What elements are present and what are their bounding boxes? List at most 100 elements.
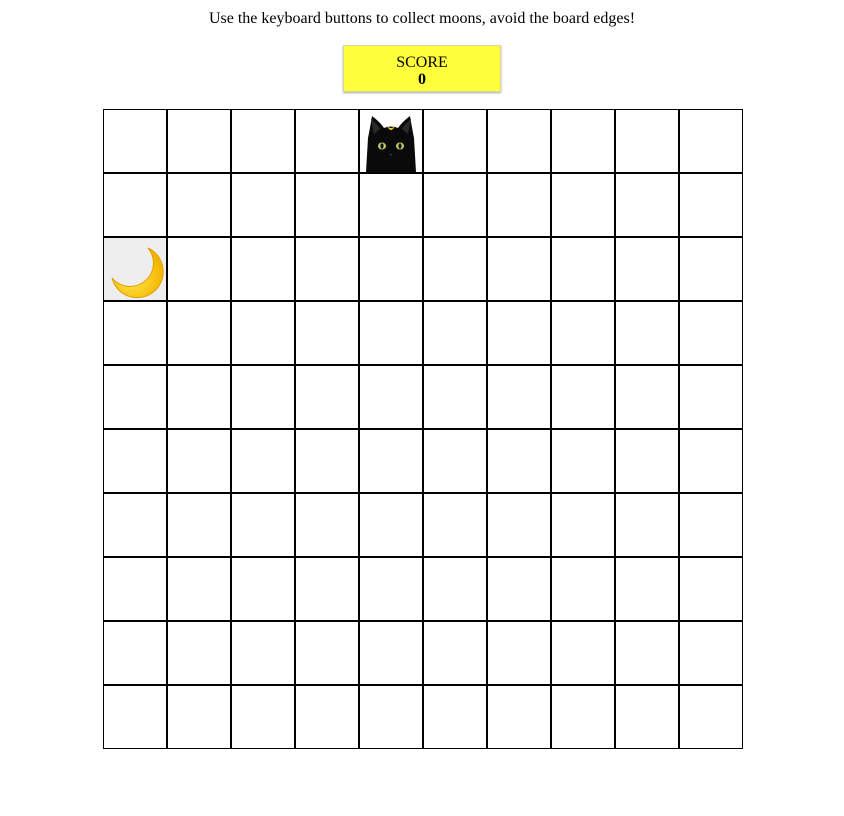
board-cell <box>231 301 295 365</box>
board-cell <box>423 237 487 301</box>
board-cell <box>359 301 423 365</box>
board-cell <box>487 621 551 685</box>
board-cell <box>167 621 231 685</box>
score-label: SCORE <box>396 54 448 71</box>
board-cell <box>487 557 551 621</box>
board-cell <box>423 109 487 173</box>
board-cell <box>423 493 487 557</box>
score-panel: SCORE 0 <box>343 45 501 92</box>
board-cell <box>551 301 615 365</box>
board-cell <box>359 685 423 749</box>
board-cell-moon <box>103 237 167 301</box>
board-cell <box>423 557 487 621</box>
board-cell <box>615 557 679 621</box>
instructions-text: Use the keyboard buttons to collect moon… <box>208 10 636 27</box>
board-cell <box>103 621 167 685</box>
board-cell <box>615 109 679 173</box>
board-cell <box>295 237 359 301</box>
board-cell <box>487 109 551 173</box>
board-cell <box>231 685 295 749</box>
board-cell <box>615 621 679 685</box>
board-cell <box>615 429 679 493</box>
board-cell <box>167 429 231 493</box>
board-cell <box>679 109 743 173</box>
board-cell <box>679 173 743 237</box>
board-cell <box>295 621 359 685</box>
board-cell <box>295 493 359 557</box>
board-cell <box>231 365 295 429</box>
board-cell <box>231 557 295 621</box>
board-cell <box>679 557 743 621</box>
score-value: 0 <box>418 71 426 88</box>
board-cell <box>295 557 359 621</box>
board-cell <box>679 685 743 749</box>
board-cell <box>551 365 615 429</box>
board-cell <box>487 237 551 301</box>
board-cell <box>103 109 167 173</box>
board-cell <box>551 621 615 685</box>
board-cell <box>359 557 423 621</box>
board-cell <box>551 493 615 557</box>
board-cell <box>231 237 295 301</box>
board-cell <box>103 173 167 237</box>
board-cell <box>103 685 167 749</box>
board-cell <box>679 237 743 301</box>
board-cell <box>487 365 551 429</box>
board-cell <box>231 429 295 493</box>
board-cell <box>679 493 743 557</box>
board-cell <box>167 365 231 429</box>
board-cell <box>167 493 231 557</box>
board-cell <box>295 173 359 237</box>
board-cell <box>167 237 231 301</box>
board-cell <box>487 301 551 365</box>
board-cell <box>167 173 231 237</box>
board-cell <box>423 621 487 685</box>
board-cell <box>103 365 167 429</box>
board-cell <box>615 365 679 429</box>
board-cell <box>103 301 167 365</box>
board-cell <box>423 301 487 365</box>
board-cell <box>231 621 295 685</box>
board-cell <box>167 301 231 365</box>
board-cell <box>295 429 359 493</box>
board-cell <box>423 685 487 749</box>
board-cell <box>359 365 423 429</box>
board-cell <box>103 557 167 621</box>
board-cell <box>423 429 487 493</box>
board-cell <box>231 493 295 557</box>
board-cell <box>103 493 167 557</box>
board-cell <box>167 685 231 749</box>
board-cell <box>679 621 743 685</box>
board-cell <box>679 429 743 493</box>
board-cell <box>551 173 615 237</box>
game-board[interactable] <box>103 109 743 749</box>
board-cell <box>551 429 615 493</box>
board-cell <box>551 109 615 173</box>
board-cell <box>615 493 679 557</box>
board-cell <box>295 109 359 173</box>
board-cell <box>551 237 615 301</box>
board-cell <box>295 365 359 429</box>
board-cell <box>103 429 167 493</box>
board-cell <box>487 429 551 493</box>
board-cell <box>423 173 487 237</box>
board-cell <box>295 301 359 365</box>
board-cell <box>487 173 551 237</box>
board-cell <box>231 173 295 237</box>
black-cat-icon <box>366 116 416 172</box>
board-cell <box>615 237 679 301</box>
board-cell <box>359 621 423 685</box>
board-cell <box>679 301 743 365</box>
board-cell <box>295 685 359 749</box>
board-cell-cat <box>359 109 423 173</box>
board-cell <box>615 685 679 749</box>
board-cell <box>423 365 487 429</box>
board-cell <box>167 557 231 621</box>
board-cell <box>615 173 679 237</box>
board-cell <box>359 173 423 237</box>
crescent-moon-icon <box>111 247 164 299</box>
board-cell <box>551 685 615 749</box>
board-cell <box>551 557 615 621</box>
board-cell <box>359 429 423 493</box>
board-cell <box>167 109 231 173</box>
